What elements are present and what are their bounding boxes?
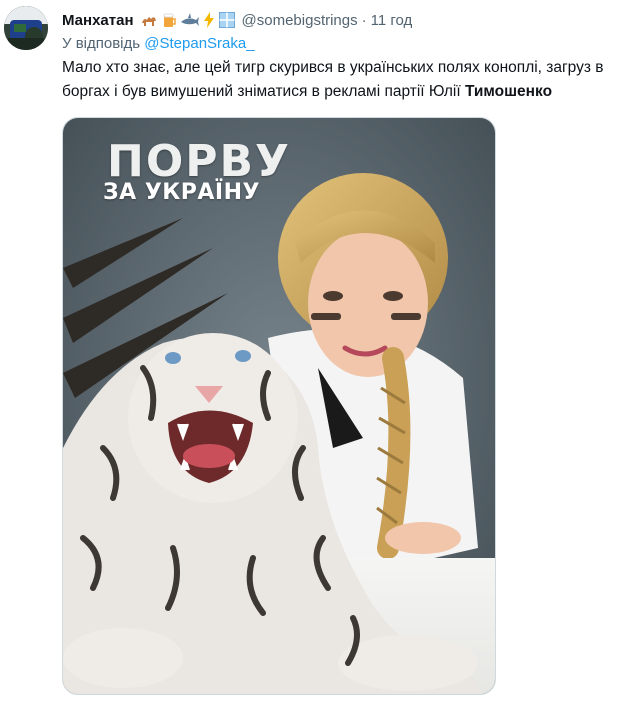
handle[interactable]: @somebigstrings xyxy=(242,12,358,29)
timestamp[interactable]: 11 год xyxy=(371,12,413,29)
camel-icon xyxy=(141,17,156,26)
shark-icon xyxy=(180,13,199,26)
tweet-text: Мало хто знає, але цей тигр скурився в у… xyxy=(62,56,638,104)
tweet-media[interactable]: ПОРВУ ЗА УКРАЇНУ xyxy=(62,117,496,695)
tweet[interactable]: Манхатан @somebigstrings · 11 год У відп… xyxy=(0,0,643,702)
lightning-icon xyxy=(203,12,214,28)
name-emojis xyxy=(140,11,236,29)
tweet-header: Манхатан @somebigstrings · 11 год xyxy=(62,9,633,31)
reply-prefix: У відповідь xyxy=(62,35,141,52)
avatar[interactable] xyxy=(4,6,48,50)
reply-context: У відповідь @StepanSraka_ xyxy=(62,35,255,52)
tweet-text-bold: Тимошенко xyxy=(464,83,553,100)
poster-subtitle: ЗА УКРАЇНУ xyxy=(103,180,260,205)
beer-icon xyxy=(163,13,176,27)
display-name[interactable]: Манхатан xyxy=(62,12,134,29)
separator: · xyxy=(361,11,367,29)
window-icon xyxy=(218,12,235,28)
reply-mention-link[interactable]: @StepanSraka_ xyxy=(144,35,254,52)
